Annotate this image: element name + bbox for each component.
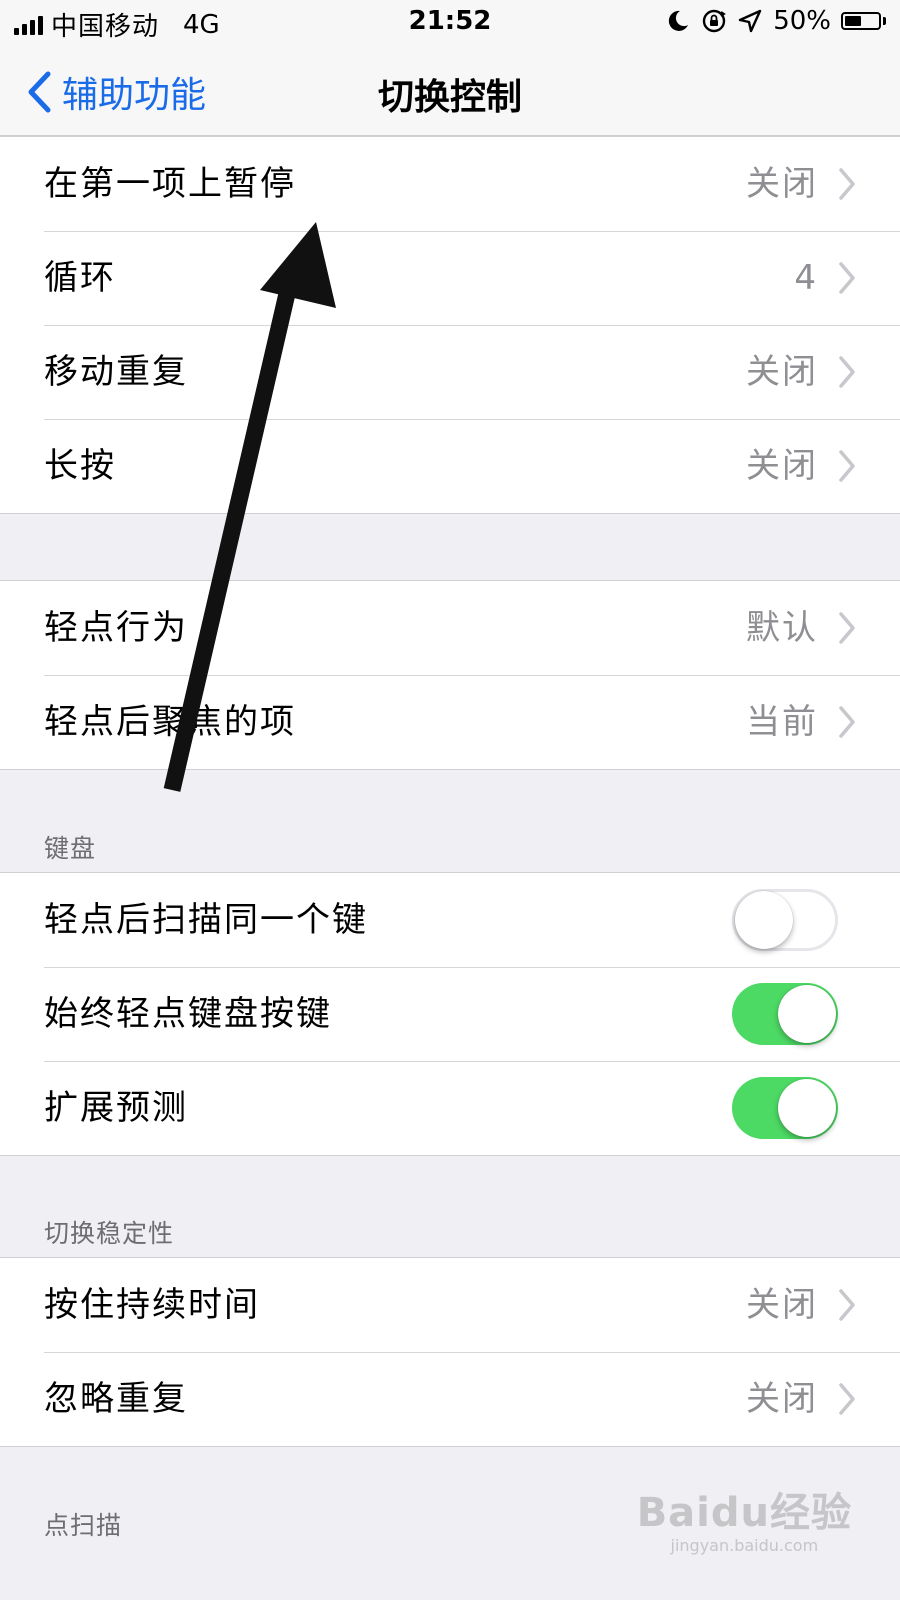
row-label: 轻点行为 [44, 608, 188, 648]
row-long-press[interactable]: 长按 关闭 [0, 419, 900, 513]
location-icon [739, 9, 762, 33]
chevron-right-icon [839, 1289, 855, 1321]
status-bar: 中国移动 4G 21:52 50% [0, 0, 900, 44]
row-label: 在第一项上暂停 [44, 164, 296, 204]
row-extended-predictions: 扩展预测 [0, 1061, 900, 1155]
row-tap-behavior[interactable]: 轻点行为 默认 [0, 581, 900, 675]
row-focused-item-after-tap[interactable]: 轻点后聚焦的项 当前 [0, 675, 900, 769]
toggle-knob [778, 1079, 836, 1137]
row-label: 长按 [44, 446, 116, 486]
row-move-repeat[interactable]: 移动重复 关闭 [0, 325, 900, 419]
chevron-right-icon [839, 1383, 855, 1415]
row-label: 移动重复 [44, 352, 188, 392]
tap-settings-group: 轻点行为 默认 轻点后聚焦的项 当前 [0, 580, 900, 770]
moon-icon [669, 10, 689, 31]
section-header-point-scan: 点扫描 [44, 1511, 123, 1540]
row-label: 扩展预测 [44, 1088, 188, 1128]
row-value: 关闭 [746, 446, 818, 486]
section-header-keyboard: 键盘 [44, 834, 97, 863]
row-value: 关闭 [746, 352, 818, 392]
row-pause-on-first-item[interactable]: 在第一项上暂停 关闭 [0, 137, 900, 231]
row-label: 轻点后聚焦的项 [44, 702, 296, 742]
row-hold-duration[interactable]: 按住持续时间 关闭 [0, 1258, 900, 1352]
toggle-switch[interactable] [732, 1077, 838, 1139]
row-value: 关闭 [746, 1285, 818, 1325]
row-always-tap-keyboard-keys: 始终轻点键盘按键 [0, 967, 900, 1061]
navigation-bar: 辅助功能 切换控制 [0, 44, 900, 136]
row-scan-same-key-after-tap: 轻点后扫描同一个键 [0, 873, 900, 967]
keyboard-group: 轻点后扫描同一个键 始终轻点键盘按键 扩展预测 [0, 872, 900, 1156]
toggle-switch[interactable] [732, 889, 838, 951]
battery-icon [841, 12, 886, 30]
row-label: 循环 [44, 258, 116, 298]
chevron-right-icon [839, 262, 855, 294]
chevron-right-icon [839, 450, 855, 482]
row-value: 当前 [746, 702, 818, 742]
section-header-switch-stability: 切换稳定性 [44, 1219, 175, 1248]
toggle-switch[interactable] [732, 983, 838, 1045]
scan-settings-group: 在第一项上暂停 关闭 循环 4 移动重复 关闭 长按 关闭 [0, 136, 900, 514]
toggle-knob [735, 891, 793, 949]
row-value: 关闭 [746, 1379, 818, 1419]
row-value: 默认 [746, 608, 818, 648]
baidu-watermark: Baidu经验 jingyan.baidu.com [637, 1480, 852, 1555]
page-title: 切换控制 [377, 77, 522, 118]
row-label: 轻点后扫描同一个键 [44, 900, 368, 940]
row-label: 忽略重复 [44, 1379, 188, 1419]
watermark-logo: Baidu经验 [636, 1490, 852, 1536]
row-value: 关闭 [746, 164, 818, 204]
switch-stability-group: 按住持续时间 关闭 忽略重复 关闭 [0, 1257, 900, 1447]
row-label: 始终轻点键盘按键 [44, 994, 332, 1034]
row-value: 4 [794, 258, 818, 298]
rotation-lock-icon [703, 9, 727, 33]
chevron-right-icon [839, 168, 855, 200]
battery-percent: 50% [773, 6, 831, 36]
watermark-url: jingyan.baidu.com [670, 1536, 819, 1555]
chevron-right-icon [839, 706, 855, 738]
row-label: 按住持续时间 [44, 1285, 260, 1325]
row-ignore-repeat[interactable]: 忽略重复 关闭 [0, 1352, 900, 1446]
status-right: 50% [665, 6, 886, 36]
toggle-knob [778, 985, 836, 1043]
chevron-right-icon [839, 356, 855, 388]
chevron-right-icon [839, 612, 855, 644]
row-loops[interactable]: 循环 4 [0, 231, 900, 325]
